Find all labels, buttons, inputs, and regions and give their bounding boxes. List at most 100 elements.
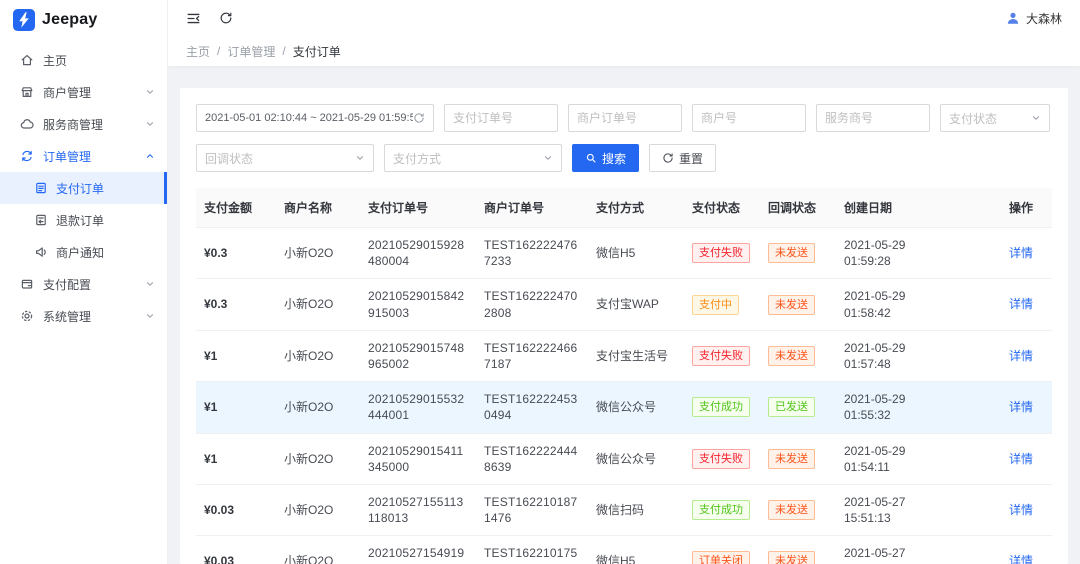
notify-state-cell: 未发送 [760,433,836,485]
notify-state-select[interactable]: 回调状态 [196,144,374,172]
pay-way-cell: 支付宝生活号 [588,330,684,383]
amount-cell: ¥0.03 [196,535,276,564]
sidebar-item-isv-mgmt[interactable]: 服务商管理 [0,108,167,140]
detail-link[interactable]: 详情 [1009,400,1033,414]
notify-state-cell: 已发送 [760,381,836,434]
order-icon [20,149,34,163]
pay-order-no-cell: 20210527154919357012 [360,535,476,564]
select-placeholder: 回调状态 [205,151,254,166]
pay-order-icon [34,181,48,195]
pay-order-no-cell: 20210529015532444001 [360,381,476,434]
breadcrumb: 主页 / 订单管理 / 支付订单 [168,36,1080,66]
date-range-input[interactable]: 2021-05-01 02:10:44 ~ 2021-05-29 01:59:5… [196,104,434,132]
logo[interactable]: Jeepay [0,0,167,40]
jeepay-logo-icon [13,9,35,31]
sidebar-item-pay-config[interactable]: 支付配置 [0,268,167,300]
notify-state-cell: 未发送 [760,330,836,383]
column-header-created: 创建日期 [836,188,990,228]
sidebar-subitem-refund-orders[interactable]: 退款订单 [0,204,167,236]
pay-way-select[interactable]: 支付方式 [384,144,562,172]
chevron-down-icon [543,153,553,163]
pay-way-cell: 微信H5 [588,535,684,564]
mch-order-no-cell: TEST1622101871476 [476,484,588,537]
pay-state-badge: 订单关闭 [692,551,750,564]
breadcrumb-order-mgmt[interactable]: 订单管理 [227,43,275,60]
pay-state-badge: 支付失败 [692,243,750,264]
pay-order-no-cell: 20210529015842915003 [360,278,476,331]
notify-state-cell: 未发送 [760,278,836,331]
notify-state-badge: 未发送 [768,345,815,366]
brand-name: Jeepay [42,11,98,28]
pay-order-no-input[interactable] [444,104,558,132]
sidebar-item-system-mgmt[interactable]: 系统管理 [0,300,167,332]
sidebar-item-order-mgmt[interactable]: 订单管理 [0,140,167,172]
mch-order-no-cell: TEST1622224530494 [476,381,588,434]
sidebar-subitem-merchant-notify[interactable]: 商户通知 [0,236,167,268]
reset-button[interactable]: 重置 [649,144,717,172]
merchant-name-cell: 小新O2O [276,484,360,537]
created-cell: 2021-05-29 01:59:28 [836,227,990,280]
collapse-menu-icon[interactable] [186,11,201,26]
home-icon [20,53,34,67]
breadcrumb-home[interactable]: 主页 [186,43,210,60]
column-header-amount: 支付金额 [196,188,276,228]
filter-row-1: 2021-05-01 02:10:44 ~ 2021-05-29 01:59:5… [196,104,1052,132]
sidebar-item-home[interactable]: 主页 [0,44,167,76]
detail-link[interactable]: 详情 [1009,297,1033,311]
select-placeholder: 支付状态 [949,111,998,126]
detail-link[interactable]: 详情 [1009,246,1033,260]
mch-order-no-input[interactable] [568,104,682,132]
amount-cell: ¥0.03 [196,484,276,537]
pay-order-no-cell: 20210529015748965002 [360,330,476,383]
detail-link[interactable]: 详情 [1009,554,1033,564]
detail-link[interactable]: 详情 [1009,349,1033,363]
sidebar-item-label: 系统管理 [43,309,92,324]
sidebar-item-merchant-mgmt[interactable]: 商户管理 [0,76,167,108]
sidebar-menu: 主页 商户管理 服务商管理 订单管理 支付订单 退款订单 商户通知 支付配置 系… [0,40,167,332]
action-cell: 详情 [990,381,1052,434]
select-placeholder: 支付方式 [393,151,442,166]
pay-order-no-cell: 20210529015411345000 [360,433,476,485]
isv-no-input[interactable] [816,104,930,132]
mch-no-input[interactable] [692,104,806,132]
action-cell: 详情 [990,433,1052,485]
orders-table: 支付金额 商户名称 支付订单号 商户订单号 支付方式 支付状态 回调状态 创建日… [196,188,1052,564]
amount-cell: ¥1 [196,330,276,383]
table-header-row: 支付金额 商户名称 支付订单号 商户订单号 支付方式 支付状态 回调状态 创建日… [196,188,1052,228]
table-row: ¥0.03小新O2O20210527154919357012TEST162210… [196,535,1052,564]
notify-state-badge: 未发送 [768,243,815,264]
action-cell: 详情 [990,227,1052,280]
created-cell: 2021-05-29 01:54:11 [836,433,990,485]
amount-cell: ¥0.3 [196,278,276,331]
mch-order-no-cell: TEST1622224667187 [476,330,588,383]
pay-way-cell: 微信H5 [588,227,684,280]
merchant-name-cell: 小新O2O [276,381,360,434]
chevron-down-icon [1031,113,1041,123]
table-row: ¥0.3 小新O2O 20210529015928480004 TEST1622224… [196,227,1052,280]
notify-state-badge: 未发送 [768,500,815,521]
filter-row-2: 回调状态 支付方式 搜索 重置 [196,144,1052,172]
system-gear-icon [20,309,34,323]
user-menu[interactable]: 大森林 [1006,10,1062,27]
refresh-icon[interactable] [219,11,233,25]
table-row: ¥0.03 小新O2O 20210527155113118013 TEST162210… [196,484,1052,537]
reset-button-label: 重置 [679,151,704,166]
pay-state-badge: 支付失败 [692,448,750,469]
pay-way-cell: 支付宝WAP [588,278,684,331]
search-icon [585,152,597,164]
column-header-pay-way: 支付方式 [588,188,684,228]
detail-link[interactable]: 详情 [1009,452,1033,466]
avatar-icon [1006,11,1020,25]
detail-link[interactable]: 详情 [1009,503,1033,517]
column-header-notify-state: 回调状态 [760,188,836,228]
table-row: ¥1 小新O2O 20210529015748965002 TEST162222466… [196,330,1052,383]
sync-icon[interactable] [413,112,425,124]
pay-order-no-cell: 20210529015928480004 [360,227,476,280]
sidebar-subitem-pay-orders[interactable]: 支付订单 [0,172,167,204]
created-cell: 2021-05-27 15:49:19 [836,535,990,564]
pay-state-select[interactable]: 支付状态 [940,104,1050,132]
mch-order-no-cell: TEST1622224702808 [476,278,588,331]
merchant-icon [20,85,34,99]
merchant-name-cell: 小新O2O [276,227,360,280]
search-button[interactable]: 搜索 [572,144,640,172]
